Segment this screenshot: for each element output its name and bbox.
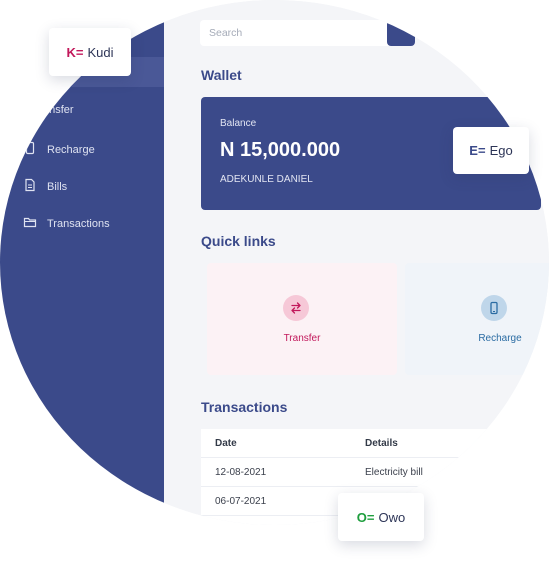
phone-icon xyxy=(481,295,507,321)
quick-link-transfer[interactable]: Transfer xyxy=(207,263,397,375)
quick-link-label: Transfer xyxy=(283,333,321,344)
ego-badge-prefix: E= xyxy=(469,143,486,158)
cell-date: 06-07-2021 xyxy=(215,496,267,507)
sidebar-item-label: Transactions xyxy=(47,217,110,230)
ego-badge: E= Ego xyxy=(453,127,529,174)
app-circle-frame: Transfer Recharge Bills Transactions Sea… xyxy=(0,0,549,525)
sidebar-item-bills[interactable]: Bills xyxy=(23,178,67,195)
quick-links-heading: Quick links xyxy=(201,233,276,249)
sidebar-item-label: Recharge xyxy=(47,143,95,156)
kudi-badge-label: Kudi xyxy=(87,44,114,60)
sidebar-item-transfer[interactable]: Transfer xyxy=(23,104,74,116)
balance-amount: N 15,000.000 xyxy=(220,139,341,161)
table-row[interactable]: 12-08-2021 Electricity bill xyxy=(201,458,549,487)
account-owner: ADEKUNLE DANIEL xyxy=(220,174,313,185)
cell-details: Electricity bill xyxy=(365,467,423,478)
transfer-arrows-icon xyxy=(283,295,309,321)
column-header-details: Details xyxy=(365,438,398,449)
balance-label: Balance xyxy=(220,118,257,129)
phone-icon xyxy=(23,141,37,158)
transactions-heading: Transactions xyxy=(201,399,288,415)
document-icon xyxy=(23,178,37,195)
column-header-date: Date xyxy=(215,438,237,449)
sidebar-item-recharge[interactable]: Recharge xyxy=(23,141,95,158)
quick-link-recharge[interactable]: Recharge xyxy=(405,263,549,375)
wallet-heading: Wallet xyxy=(201,67,242,83)
app-screen: Transfer Recharge Bills Transactions Sea… xyxy=(0,0,549,525)
folder-icon xyxy=(23,215,37,232)
search-button[interactable] xyxy=(387,20,415,46)
sidebar-item-transactions[interactable]: Transactions xyxy=(23,215,110,232)
owo-badge-label: Owo xyxy=(378,509,406,525)
sidebar-item-label: Transfer xyxy=(33,104,74,116)
search-placeholder: Search xyxy=(209,27,243,39)
sidebar-item-label: Bills xyxy=(47,180,68,193)
owo-badge-prefix: O= xyxy=(356,509,375,525)
ego-badge-label: Ego xyxy=(489,143,513,158)
table-header: Date Details xyxy=(201,429,549,458)
owo-badge: O= Owo xyxy=(338,493,424,541)
kudi-badge-prefix: K= xyxy=(66,44,84,60)
quick-link-label: Recharge xyxy=(478,333,522,344)
kudi-badge: K= Kudi xyxy=(49,28,131,76)
sidebar: Transfer Recharge Bills Transactions xyxy=(0,0,164,525)
main-content: Search Wallet Balance N 15,000.000 ADEKU… xyxy=(164,0,549,525)
search-input[interactable]: Search xyxy=(200,20,400,46)
cell-date: 12-08-2021 xyxy=(215,467,267,478)
